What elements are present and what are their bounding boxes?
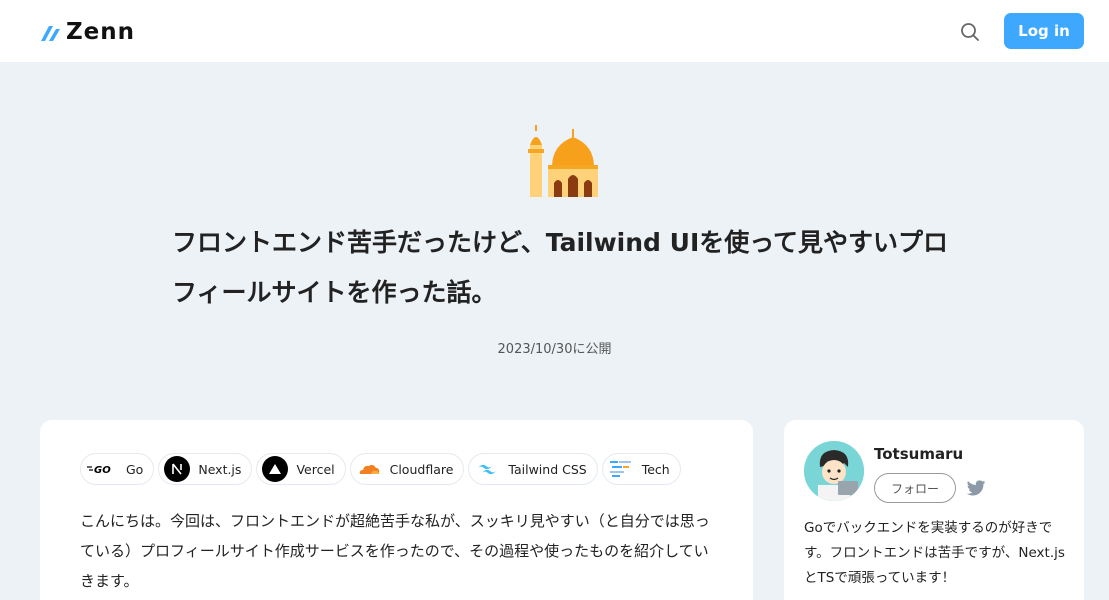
author-card: Totsumaru フォロー Goでバックエンドを実装するのが好きです。フロント… — [784, 420, 1084, 600]
follow-button[interactable]: フォロー — [874, 473, 956, 503]
topic-label: Next.js — [198, 461, 242, 477]
tech-icon — [608, 456, 634, 482]
topic-list: GO Go Next.js Vercel Cloudflare Tailwind… — [80, 453, 681, 485]
topic-label: Vercel — [296, 461, 335, 477]
author-name[interactable]: Totsumaru — [874, 445, 963, 463]
avatar[interactable] — [804, 441, 864, 501]
topic-nextjs[interactable]: Next.js — [158, 453, 253, 485]
article-title: フロントエンド苦手だったけど、Tailwind UIを使って見やすいプロフィール… — [172, 228, 949, 307]
tailwind-icon — [474, 456, 500, 482]
topic-vercel[interactable]: Vercel — [256, 453, 346, 485]
article-card: GO Go Next.js Vercel Cloudflare Tailwind… — [40, 420, 753, 600]
author-bio: Goでバックエンドを実装するのが好きです。フロントエンドは苦手ですが、Next.… — [804, 520, 1065, 586]
search-icon — [961, 23, 979, 41]
topic-label: Go — [126, 461, 144, 477]
vercel-icon — [262, 456, 289, 482]
nextjs-icon — [164, 456, 191, 482]
svg-text:GO: GO — [94, 465, 111, 476]
zenn-logo-icon — [41, 26, 60, 41]
site-header: Zenn Log in — [0, 0, 1109, 62]
mosque-emoji — [528, 125, 598, 197]
go-icon: GO — [86, 456, 118, 482]
topic-label: Tech — [641, 461, 670, 477]
zenn-logo[interactable]: Zenn — [40, 18, 135, 46]
cloudflare-icon — [356, 456, 382, 482]
twitter-icon[interactable] — [965, 477, 987, 499]
topic-cloudflare[interactable]: Cloudflare — [349, 453, 465, 485]
article-body: こんにちは。今回は、フロントエンドが超絶苦手な私が、スッキリ見やすい（と自分では… — [80, 512, 710, 590]
topic-tech[interactable]: Tech — [601, 453, 681, 485]
logo-text: Zenn — [66, 19, 136, 45]
topic-label: Cloudflare — [389, 461, 454, 477]
topic-go[interactable]: GO Go — [80, 453, 155, 485]
search-button[interactable] — [956, 18, 984, 46]
topic-tailwind[interactable]: Tailwind CSS — [468, 453, 598, 485]
publish-date: 2023/10/30に公開 — [497, 342, 612, 357]
login-button[interactable]: Log in — [1004, 13, 1084, 49]
topic-label: Tailwind CSS — [508, 461, 587, 477]
